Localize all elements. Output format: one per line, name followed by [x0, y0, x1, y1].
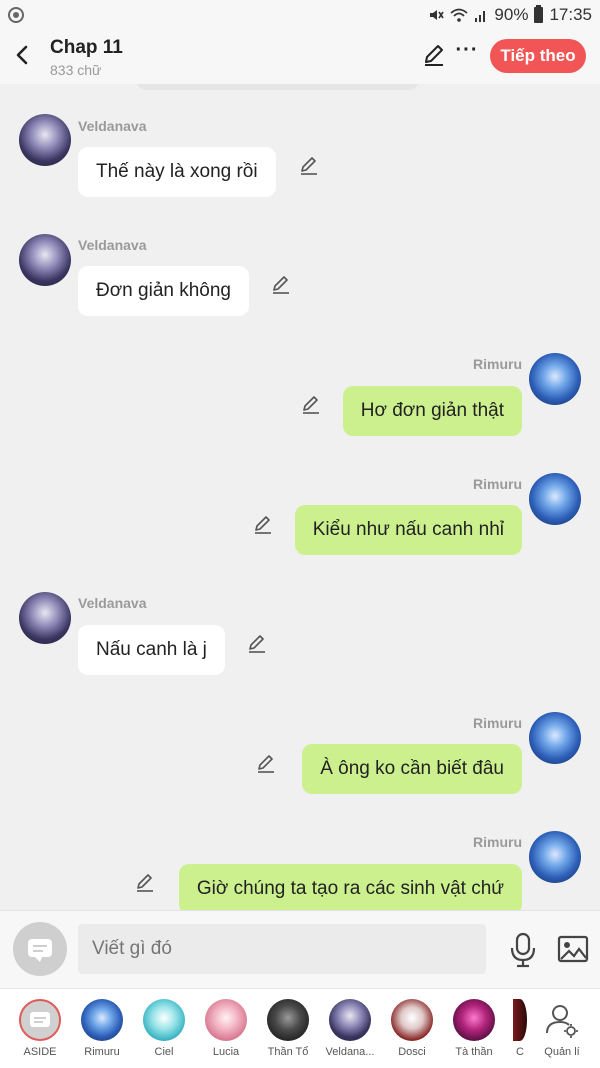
wifi-icon: [450, 8, 469, 22]
character-veldanava[interactable]: Veldana...: [319, 999, 381, 1058]
aside-toggle-button[interactable]: [13, 922, 67, 976]
character-than-to[interactable]: Thần Tổ: [257, 999, 319, 1058]
message-input-bar: [0, 910, 600, 989]
page-title: Chap 11: [50, 37, 123, 58]
avatar: [329, 999, 371, 1041]
message-bubble[interactable]: Nấu canh là j: [78, 625, 225, 675]
character-label: Thần Tổ: [267, 1046, 309, 1058]
avatar: [205, 999, 247, 1041]
pencil-icon[interactable]: [298, 155, 320, 177]
pencil-icon[interactable]: [134, 872, 156, 894]
word-count: 833 chữ: [50, 62, 102, 78]
sender-name: Rimuru: [473, 476, 522, 492]
pencil-icon[interactable]: [300, 394, 322, 416]
character-label: Rimuru: [84, 1046, 120, 1058]
chat-bubble-icon: [19, 999, 61, 1041]
message-bubble[interactable]: Đơn giản không: [78, 266, 249, 316]
back-icon[interactable]: [8, 40, 38, 70]
character-label: Quản lí: [544, 1046, 580, 1058]
more-options-button[interactable]: ···: [455, 40, 479, 66]
pencil-icon[interactable]: [246, 633, 268, 655]
character-label: Veldana...: [325, 1046, 375, 1058]
sender-name: Veldanava: [78, 595, 147, 611]
character-label: Ciel: [154, 1046, 174, 1058]
character-aside[interactable]: ASIDE: [9, 999, 71, 1058]
avatar: [513, 999, 527, 1041]
avatar: [391, 999, 433, 1041]
pencil-icon[interactable]: [255, 753, 277, 775]
character-dosci[interactable]: Dosci: [381, 999, 443, 1058]
chat-bubble-icon: [28, 939, 52, 962]
message-bubble[interactable]: Thế này là xong rồi: [78, 147, 276, 197]
character-lucia[interactable]: Lucia: [195, 999, 257, 1058]
user-settings-icon: [541, 999, 583, 1041]
status-bar: 90% 17:35: [0, 0, 600, 30]
pencil-icon[interactable]: [421, 42, 447, 68]
avatar[interactable]: [529, 712, 581, 764]
avatar: [267, 999, 309, 1041]
clock: 17:35: [549, 5, 592, 24]
message-bubble[interactable]: À ông ko cần biết đâu: [302, 744, 522, 794]
message-bubble[interactable]: Kiểu như nấu canh nhỉ: [294, 505, 522, 555]
character-rimuru[interactable]: Rimuru: [71, 999, 133, 1058]
character-ciel[interactable]: Ciel: [133, 999, 195, 1058]
message-input[interactable]: [78, 924, 486, 974]
status-icons: 90% 17:35: [428, 5, 592, 25]
pencil-icon[interactable]: [252, 514, 274, 536]
battery-percent: 90%: [494, 5, 529, 24]
sender-name: Rimuru: [473, 356, 522, 372]
manage-characters-button[interactable]: Quản lí: [531, 999, 593, 1058]
pencil-icon[interactable]: [270, 274, 292, 296]
avatar[interactable]: [529, 831, 581, 883]
mute-icon: [430, 10, 445, 20]
message-bubble[interactable]: Hơ đơn giản thật: [342, 386, 522, 436]
avatar[interactable]: [19, 234, 71, 286]
image-icon[interactable]: [557, 933, 589, 965]
avatar: [453, 999, 495, 1041]
character-ta-than[interactable]: Tà thần: [443, 999, 505, 1058]
notification-icon: [8, 7, 24, 23]
avatar[interactable]: [529, 353, 581, 405]
character-label: Dosci: [398, 1046, 426, 1058]
avatar[interactable]: [19, 592, 71, 644]
chat-area[interactable]: Veldanava Thế này là xong rồi Veldanava …: [0, 84, 600, 910]
avatar[interactable]: [19, 114, 71, 166]
previous-message-bubble: [135, 84, 420, 90]
avatar: [143, 999, 185, 1041]
character-label: ASIDE: [23, 1046, 57, 1058]
avatar[interactable]: [529, 473, 581, 525]
app-header: Chap 11 833 chữ ··· Tiếp theo: [0, 30, 600, 84]
character-label: Tà thần: [455, 1046, 493, 1058]
sender-name: Rimuru: [473, 715, 522, 731]
next-button[interactable]: Tiếp theo: [490, 39, 586, 73]
sender-name: Veldanava: [78, 118, 147, 134]
battery-icon: [534, 5, 544, 23]
sender-name: Rimuru: [473, 834, 522, 850]
character-label: Lucia: [212, 1046, 240, 1058]
microphone-icon[interactable]: [506, 931, 540, 969]
message-bubble[interactable]: Giờ chúng ta tạo ra các sinh vật chứ: [178, 864, 522, 910]
avatar: [81, 999, 123, 1041]
sender-name: Veldanava: [78, 237, 147, 253]
signal-icon: [475, 11, 486, 22]
character-bar: ASIDE Rimuru Ciel Lucia Thần Tổ Veldana.…: [0, 988, 600, 1068]
